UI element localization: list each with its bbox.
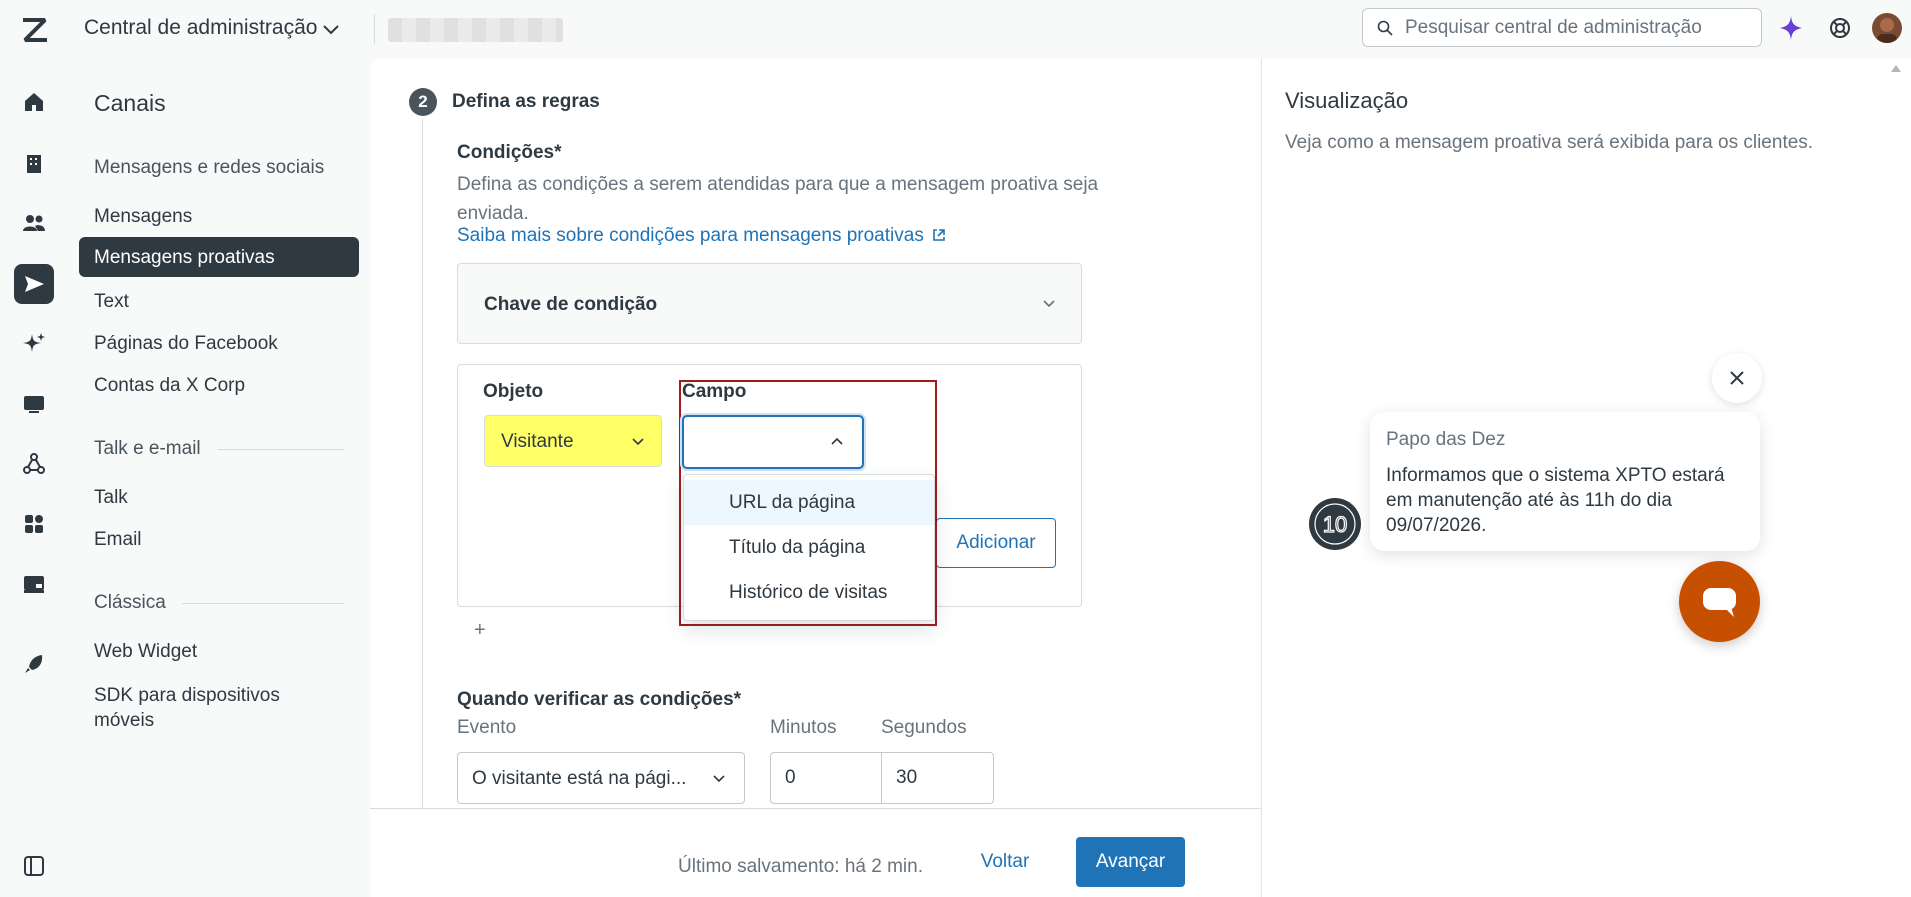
nav-item-sdk[interactable]: SDK para dispositivos móveis: [94, 683, 280, 733]
bot-avatar-text: 10: [1323, 512, 1347, 537]
objects-icon[interactable]: [20, 450, 48, 478]
event-select[interactable]: O visitante está na pági...: [457, 752, 745, 804]
nav-item-facebook[interactable]: Páginas do Facebook: [94, 333, 278, 355]
proactive-message-bubble: Papo das Dez Informamos que o sistema XP…: [1370, 412, 1760, 551]
nav-item-text[interactable]: Text: [94, 291, 129, 313]
bubble-message-text: Informamos que o sistema XPTO estará em …: [1386, 465, 1725, 536]
nav-item-talk[interactable]: Talk: [94, 487, 128, 509]
nav-item-x-corp[interactable]: Contas da X Corp: [94, 375, 245, 397]
nav-item-sdk-line2[interactable]: móveis: [94, 708, 280, 733]
bubble-sender-name: Papo das Dez: [1386, 429, 1506, 450]
step-connector-line: [422, 118, 423, 808]
nav-section-divider: [218, 449, 344, 450]
search-box[interactable]: [1362, 8, 1762, 47]
when-check-label: Quando verificar as condições*: [457, 689, 742, 710]
avatar-face-icon: [1877, 18, 1897, 43]
apps-icon[interactable]: [20, 510, 48, 538]
object-label: Objeto: [483, 381, 544, 402]
field-label: Campo: [682, 381, 747, 402]
nav-item-email[interactable]: Email: [94, 529, 142, 551]
chevron-up-icon[interactable]: [828, 433, 846, 451]
people-icon[interactable]: [20, 209, 48, 237]
channels-icon[interactable]: [20, 270, 48, 298]
nav-item-label-active[interactable]: Mensagens proativas: [94, 247, 275, 269]
chevron-down-icon[interactable]: [710, 769, 728, 787]
field-dropdown-menu: URL da página Título da página Histórico…: [683, 474, 935, 621]
minutes-input[interactable]: [771, 753, 881, 803]
chevron-down-icon[interactable]: [320, 18, 342, 40]
condition-key-accordion[interactable]: Chave de condição: [457, 263, 1082, 344]
search-icon: [1377, 20, 1393, 36]
minutes-label: Minutos: [770, 717, 837, 738]
seconds-input-box[interactable]: [881, 752, 994, 804]
nav-item-mensagens[interactable]: Mensagens: [94, 206, 192, 228]
external-link-icon: [933, 229, 945, 241]
event-select-value[interactable]: O visitante está na pági...: [472, 768, 686, 790]
condition-key-label[interactable]: Chave de condição: [484, 294, 657, 316]
nav-section-classica: Clássica: [94, 592, 166, 613]
field-option-url[interactable]: URL da página: [684, 480, 934, 525]
workspace-icon[interactable]: [20, 390, 48, 418]
object-select[interactable]: Visitante: [484, 415, 662, 467]
nav-item-sdk-line1[interactable]: SDK para dispositivos: [94, 683, 280, 708]
zendesk-logo-icon[interactable]: [20, 14, 50, 44]
step-number-badge: 2: [409, 88, 437, 116]
user-avatar[interactable]: [1872, 13, 1902, 43]
home-icon[interactable]: [20, 88, 48, 116]
conditions-description: Defina as condições a serem atendidas pa…: [457, 174, 1099, 224]
rocket-icon[interactable]: [20, 650, 48, 678]
blurred-account-name: [388, 18, 563, 42]
minutes-input-box[interactable]: [770, 752, 882, 804]
add-condition-button[interactable]: Adicionar: [936, 518, 1056, 568]
conditions-label: Condições*: [457, 142, 562, 163]
seconds-input[interactable]: [882, 753, 993, 803]
chevron-down-icon[interactable]: [629, 432, 647, 450]
nav-panel: [70, 58, 370, 897]
search-input[interactable]: [1405, 9, 1755, 46]
sidebar-toggle-icon[interactable]: [20, 852, 48, 880]
sparkle-icon[interactable]: [1778, 14, 1804, 42]
chat-icon: [1703, 588, 1736, 617]
preview-close-button[interactable]: [1712, 353, 1762, 403]
nav-item-web-widget[interactable]: Web Widget: [94, 641, 197, 663]
close-icon[interactable]: [1712, 353, 1762, 403]
conditions-help-link[interactable]: Saiba mais sobre condições para mensagen…: [457, 225, 946, 247]
chat-launcher-button[interactable]: [1679, 561, 1760, 642]
scroll-up-icon[interactable]: [1889, 62, 1903, 74]
next-button[interactable]: Avançar: [1076, 837, 1185, 887]
nav-title: Canais: [94, 90, 166, 116]
nav-section-talk-email: Talk e e-mail: [94, 438, 201, 459]
back-button[interactable]: Voltar: [962, 838, 1048, 886]
header-divider: [374, 14, 375, 44]
bot-avatar-logo: 10: [1314, 503, 1356, 545]
object-select-value[interactable]: Visitante: [501, 431, 574, 453]
nav-section-divider: [182, 603, 344, 604]
building-icon[interactable]: [20, 150, 48, 178]
last-saved-text: Último salvamento: há 2 min.: [678, 856, 923, 877]
top-bar: Central de administração: [0, 0, 1911, 58]
bot-avatar: 10: [1309, 498, 1361, 550]
ai-icon[interactable]: [20, 330, 48, 358]
event-label: Evento: [457, 717, 517, 738]
field-select[interactable]: [682, 415, 864, 469]
conditions-help-link-text[interactable]: Saiba mais sobre condições para mensagen…: [457, 225, 924, 246]
seconds-label: Segundos: [881, 717, 967, 738]
app-title[interactable]: Central de administração: [84, 16, 317, 40]
field-option-history[interactable]: Histórico de visitas: [684, 570, 934, 615]
preview-title: Visualização: [1285, 88, 1409, 113]
preview-description: Veja como a mensagem proativa será exibi…: [1285, 132, 1814, 153]
add-more-conditions-button[interactable]: +: [474, 619, 486, 642]
help-icon[interactable]: [1828, 16, 1852, 40]
chevron-down-icon[interactable]: [1040, 294, 1058, 312]
nav-section-messaging: Mensagens e redes sociais: [94, 157, 325, 178]
step-title: Defina as regras: [452, 91, 600, 112]
field-option-title[interactable]: Título da página: [684, 525, 934, 570]
account-icon[interactable]: [20, 570, 48, 598]
